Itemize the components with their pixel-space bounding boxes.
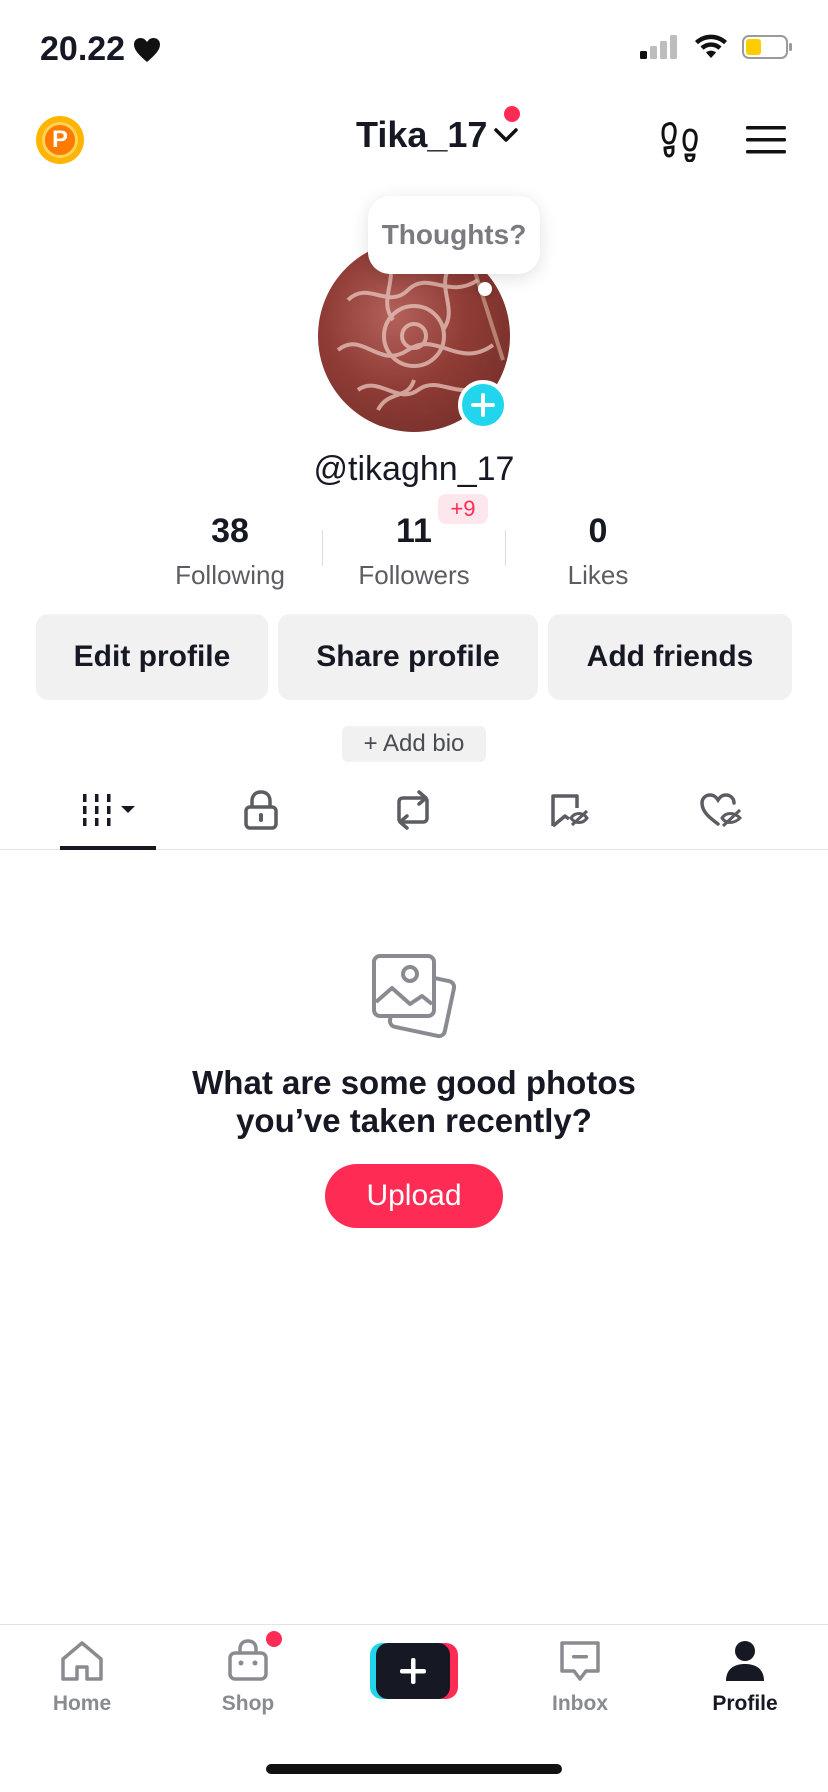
nav-shop[interactable]: Shop	[188, 1639, 308, 1716]
chevron-down-icon	[494, 128, 519, 142]
add-bio-button[interactable]: + Add bio	[342, 726, 486, 762]
nav-label: Home	[52, 1692, 112, 1715]
shop-notification-dot	[266, 1631, 282, 1647]
account-switcher[interactable]: Tika_17	[356, 114, 519, 156]
stat-likes[interactable]: 0 Likes	[506, 512, 690, 592]
photos-icon	[372, 954, 457, 1039]
hamburger-menu-icon[interactable]	[746, 124, 786, 156]
nav-inbox[interactable]: Inbox	[520, 1639, 640, 1716]
add-friends-button[interactable]: Add friends	[548, 614, 792, 700]
add-avatar-button[interactable]	[458, 380, 508, 430]
footprints-icon[interactable]	[660, 120, 700, 162]
thoughts-bubble[interactable]: Thoughts?	[368, 196, 540, 274]
empty-state-line2: you’ve taken recently?	[236, 1102, 592, 1139]
shopping-bag-icon	[228, 1639, 268, 1681]
home-icon	[61, 1641, 103, 1681]
content-tabs	[0, 770, 828, 850]
bottom-navigation: Home Shop Inbox Profile	[0, 1624, 828, 1734]
nav-home[interactable]: Home	[22, 1639, 142, 1716]
stat-label: Following	[175, 560, 285, 590]
stat-value: 0	[588, 512, 608, 550]
profile-stats: 38 Following 11 Followers 0 Likes	[138, 512, 690, 592]
tab-private[interactable]	[216, 780, 306, 840]
nav-label: Shop	[221, 1692, 275, 1715]
clock: 20.22	[40, 30, 161, 69]
profile-handle: @tikaghn_17	[313, 450, 515, 488]
edit-profile-button[interactable]: Edit profile	[36, 614, 268, 700]
wifi-icon	[695, 34, 727, 58]
stat-label: Likes	[567, 560, 629, 590]
bookmark-hidden-icon	[551, 794, 589, 828]
profile-header: P Tika_17	[0, 100, 828, 180]
grid-icon	[83, 794, 135, 826]
status-icons	[640, 34, 794, 60]
stat-divider	[322, 530, 323, 566]
stat-label: Followers	[358, 560, 470, 590]
stat-followers[interactable]: 11 Followers	[322, 512, 506, 592]
lock-icon	[244, 790, 278, 830]
plus-icon	[400, 1658, 426, 1684]
tab-favorites[interactable]	[524, 780, 614, 840]
stat-following[interactable]: 38 Following	[138, 512, 322, 592]
create-button[interactable]	[370, 1643, 458, 1699]
nav-label: Profile	[712, 1692, 778, 1715]
share-profile-button[interactable]: Share profile	[278, 614, 538, 700]
empty-state-message: What are some good photos you’ve taken r…	[0, 1064, 828, 1140]
upload-button[interactable]: Upload	[325, 1164, 503, 1228]
coins-button[interactable]: P	[36, 116, 84, 164]
repost-icon	[397, 790, 429, 830]
new-followers-badge: +9	[438, 494, 488, 524]
stat-value: 38	[211, 512, 249, 550]
clock-text: 20.22	[40, 30, 126, 68]
bubble-tail	[478, 282, 492, 296]
status-bar: 20.22	[0, 0, 828, 100]
battery-icon	[742, 35, 792, 59]
heart-hidden-icon	[700, 793, 743, 828]
nav-profile[interactable]: Profile	[685, 1639, 805, 1716]
notification-dot	[504, 106, 520, 122]
tab-liked[interactable]	[676, 780, 766, 840]
tab-reposts[interactable]	[368, 780, 458, 840]
cellular-signal-icon	[640, 35, 677, 59]
plus-icon	[471, 393, 495, 417]
profile-person-icon	[726, 1641, 764, 1681]
thoughts-bubble-text: Thoughts?	[381, 219, 527, 250]
home-indicator[interactable]	[266, 1764, 562, 1774]
active-tab-indicator	[60, 846, 156, 850]
account-username: Tika_17	[356, 114, 488, 155]
inbox-message-icon	[560, 1641, 600, 1681]
coin-icon: P	[42, 122, 78, 158]
nav-label: Inbox	[552, 1692, 608, 1715]
heart-icon	[134, 37, 161, 62]
tab-videos[interactable]	[64, 780, 154, 840]
empty-state-line1: What are some good photos	[192, 1064, 636, 1101]
